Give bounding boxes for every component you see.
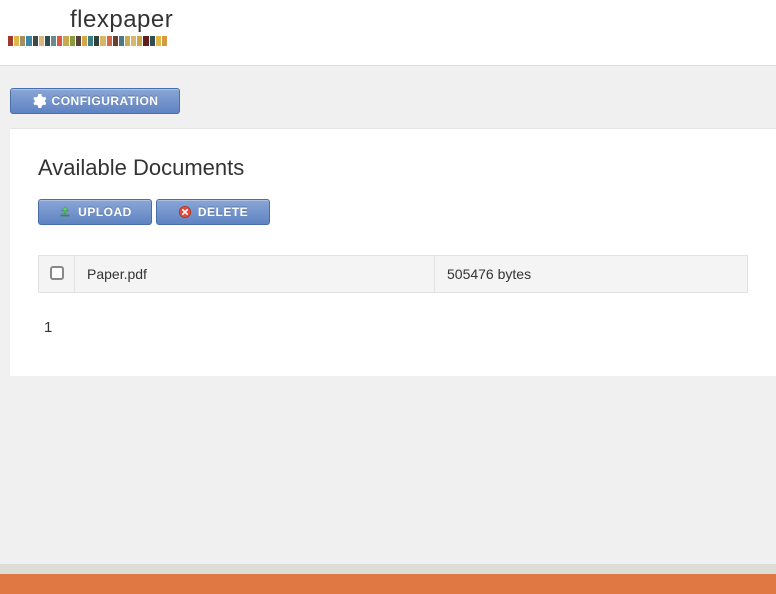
document-size: 505476 bytes — [435, 256, 748, 293]
footer-bar — [0, 564, 776, 594]
gear-icon — [32, 94, 46, 108]
document-name[interactable]: Paper.pdf — [75, 256, 435, 293]
top-toolbar: CONFIGURATION — [0, 66, 776, 128]
checkbox-cell — [39, 256, 75, 293]
app-header: flexpaper — [0, 0, 776, 65]
brand-stripes — [8, 36, 168, 46]
documents-panel: Available Documents UPLOAD DELETE Paper.… — [10, 128, 776, 376]
table-row: Paper.pdf505476 bytes — [39, 256, 748, 293]
delete-label: DELETE — [198, 205, 248, 219]
panel-actions: UPLOAD DELETE — [38, 199, 748, 225]
configuration-label: CONFIGURATION — [52, 94, 159, 108]
delete-button[interactable]: DELETE — [156, 199, 270, 225]
upload-icon — [58, 205, 72, 219]
upload-label: UPLOAD — [78, 205, 132, 219]
upload-button[interactable]: UPLOAD — [38, 199, 152, 225]
pagination[interactable]: 1 — [38, 319, 748, 336]
documents-table: Paper.pdf505476 bytes — [38, 255, 748, 293]
page-number[interactable]: 1 — [44, 319, 52, 336]
configuration-button[interactable]: CONFIGURATION — [10, 88, 180, 114]
delete-icon — [178, 205, 192, 219]
brand-name: flexpaper — [70, 6, 776, 34]
panel-title: Available Documents — [38, 155, 748, 181]
row-checkbox[interactable] — [50, 266, 64, 280]
